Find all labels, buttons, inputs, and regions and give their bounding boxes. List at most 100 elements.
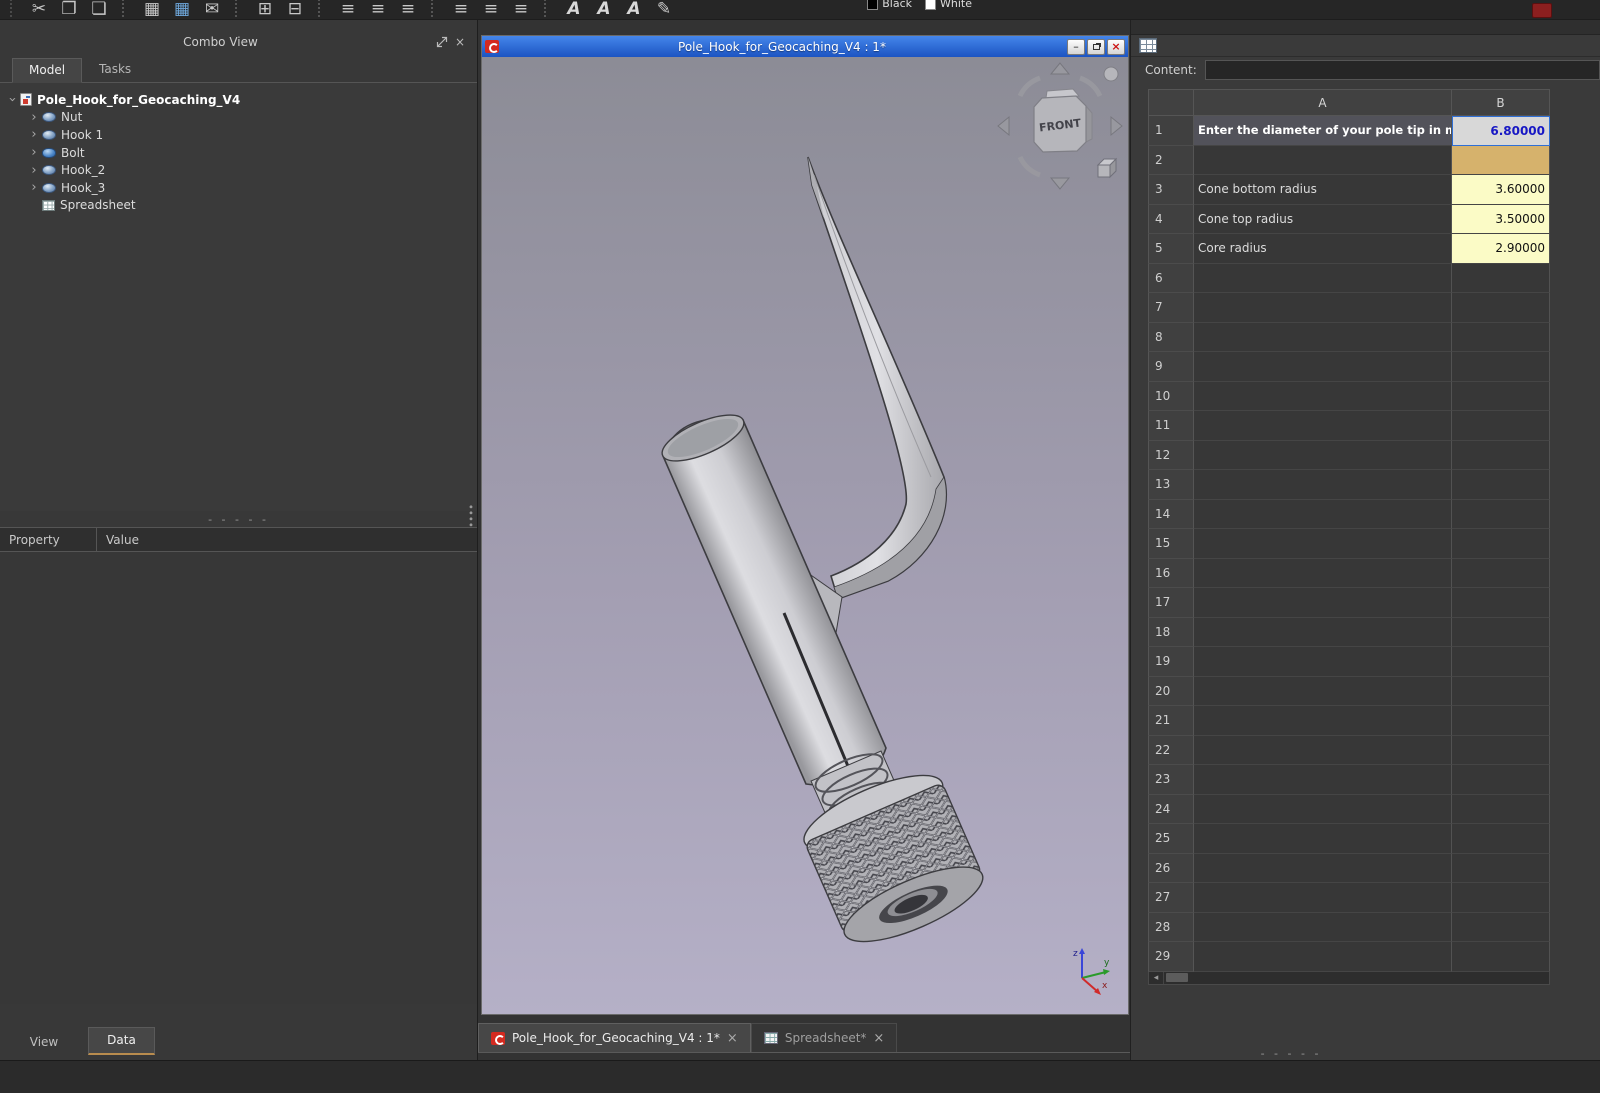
row-header-1[interactable]: 1	[1148, 116, 1194, 146]
cell-B20[interactable]	[1452, 676, 1550, 706]
row-header-23[interactable]: 23	[1148, 765, 1194, 795]
white-color-option[interactable]: White	[925, 0, 972, 15]
tab-view[interactable]: View	[0, 1030, 88, 1055]
row-header-4[interactable]: 4	[1148, 204, 1194, 234]
merge-cells-icon[interactable]: ⊞	[250, 0, 280, 19]
cell-B9[interactable]	[1452, 352, 1550, 382]
align-top-icon[interactable]: ≡	[446, 0, 476, 19]
create-spreadsheet-icon[interactable]: ▦	[167, 0, 197, 19]
corner-header[interactable]	[1148, 89, 1194, 116]
cell-A17[interactable]	[1194, 588, 1452, 618]
panel-splitter-handle[interactable]: - - - - -	[0, 511, 477, 527]
show-spreadsheet-icon[interactable]: ▦	[137, 0, 167, 19]
cell-B28[interactable]	[1452, 912, 1550, 942]
row-header-22[interactable]: 22	[1148, 735, 1194, 765]
cell-A4[interactable]: Cone top radius	[1194, 204, 1452, 234]
cell-B18[interactable]	[1452, 617, 1550, 647]
cell-A24[interactable]	[1194, 794, 1452, 824]
row-header-10[interactable]: 10	[1148, 381, 1194, 411]
cell-B15[interactable]	[1452, 529, 1550, 559]
close-icon[interactable]: ×	[1107, 38, 1125, 55]
cell-B17[interactable]	[1452, 588, 1550, 618]
tree-item-hook-3[interactable]: › Hook_3	[0, 179, 477, 197]
cell-B26[interactable]	[1452, 853, 1550, 883]
restore-icon[interactable]	[1087, 38, 1105, 55]
row-header-25[interactable]: 25	[1148, 824, 1194, 854]
cell-A8[interactable]	[1194, 322, 1452, 352]
row-header-7[interactable]: 7	[1148, 293, 1194, 323]
cell-A26[interactable]	[1194, 853, 1452, 883]
row-header-17[interactable]: 17	[1148, 588, 1194, 618]
close-panel-icon[interactable]: ×	[451, 34, 469, 50]
cell-A27[interactable]	[1194, 883, 1452, 913]
row-header-14[interactable]: 14	[1148, 499, 1194, 529]
expander-icon[interactable]: ›	[5, 94, 20, 106]
cell-B7[interactable]	[1452, 293, 1550, 323]
row-header-29[interactable]: 29	[1148, 942, 1194, 972]
copy-icon[interactable]: ❐	[54, 0, 84, 19]
cell-B19[interactable]	[1452, 647, 1550, 677]
cell-A5[interactable]: Core radius	[1194, 234, 1452, 264]
tree-item-root[interactable]: › Pole_Hook_for_Geocaching_V4	[0, 91, 477, 109]
row-header-21[interactable]: 21	[1148, 706, 1194, 736]
cell-content-input[interactable]	[1204, 60, 1600, 80]
cell-B29[interactable]	[1452, 942, 1550, 972]
float-panel-icon[interactable]	[433, 34, 451, 50]
expander-icon[interactable]: ›	[28, 110, 40, 125]
row-header-8[interactable]: 8	[1148, 322, 1194, 352]
cell-A6[interactable]	[1194, 263, 1452, 293]
toolbar-icon-red[interactable]	[1532, 3, 1552, 18]
expander-icon[interactable]: ›	[28, 180, 40, 195]
navigation-cube[interactable]: FRONT	[994, 61, 1126, 193]
spreadsheet-view-icon[interactable]	[1139, 38, 1157, 53]
column-header-A[interactable]: A	[1194, 89, 1452, 116]
paste-icon[interactable]: ❏	[84, 0, 114, 19]
scroll-left-icon[interactable]: ◂	[1149, 971, 1164, 984]
cell-B2[interactable]	[1452, 145, 1550, 175]
cell-A10[interactable]	[1194, 381, 1452, 411]
cell-B10[interactable]	[1452, 381, 1550, 411]
cell-A22[interactable]	[1194, 735, 1452, 765]
expander-icon[interactable]: ›	[28, 163, 40, 178]
cell-A12[interactable]	[1194, 440, 1452, 470]
row-header-12[interactable]: 12	[1148, 440, 1194, 470]
value-column-header[interactable]: Value	[97, 528, 477, 551]
row-header-20[interactable]: 20	[1148, 676, 1194, 706]
right-panel-splitter-handle[interactable]: - - - - -	[1231, 1047, 1351, 1060]
cell-B14[interactable]	[1452, 499, 1550, 529]
row-header-5[interactable]: 5	[1148, 234, 1194, 264]
tree-item-nut[interactable]: › Nut	[0, 109, 477, 127]
split-cell-icon[interactable]: ⊟	[280, 0, 310, 19]
tree-item-hook-1[interactable]: › Hook 1	[0, 126, 477, 144]
cell-B22[interactable]	[1452, 735, 1550, 765]
cell-A16[interactable]	[1194, 558, 1452, 588]
cell-A3[interactable]: Cone bottom radius	[1194, 175, 1452, 205]
row-header-11[interactable]: 11	[1148, 411, 1194, 441]
set-alias-icon[interactable]: ✎	[649, 0, 679, 19]
cell-A2[interactable]	[1194, 145, 1452, 175]
cell-A29[interactable]	[1194, 942, 1452, 972]
close-tab-icon[interactable]: ×	[727, 1031, 738, 1046]
toolbar-grip[interactable]	[10, 0, 16, 19]
3d-window-titlebar[interactable]: Pole_Hook_for_Geocaching_V4 : 1* – ×	[482, 36, 1128, 57]
tab-spreadsheet[interactable]: Spreadsheet* ×	[750, 1023, 898, 1052]
row-header-24[interactable]: 24	[1148, 794, 1194, 824]
cell-B6[interactable]	[1452, 263, 1550, 293]
cell-B21[interactable]	[1452, 706, 1550, 736]
cell-A18[interactable]	[1194, 617, 1452, 647]
cell-B3[interactable]: 3.60000	[1452, 175, 1550, 205]
horizontal-scrollbar[interactable]: ◂	[1148, 971, 1550, 985]
cut-icon[interactable]: ✂	[24, 0, 54, 19]
align-center-icon[interactable]: ≡	[363, 0, 393, 19]
align-left-icon[interactable]: ≡	[333, 0, 363, 19]
cell-A20[interactable]	[1194, 676, 1452, 706]
property-column-header[interactable]: Property	[0, 528, 97, 551]
tab-tasks[interactable]: Tasks	[82, 57, 148, 82]
cell-B11[interactable]	[1452, 411, 1550, 441]
tree-item-hook-2[interactable]: › Hook_2	[0, 161, 477, 179]
cell-B16[interactable]	[1452, 558, 1550, 588]
cell-A28[interactable]	[1194, 912, 1452, 942]
tree-item-spreadsheet[interactable]: Spreadsheet	[0, 197, 477, 215]
cell-A19[interactable]	[1194, 647, 1452, 677]
tab-model[interactable]: Model	[12, 58, 83, 83]
